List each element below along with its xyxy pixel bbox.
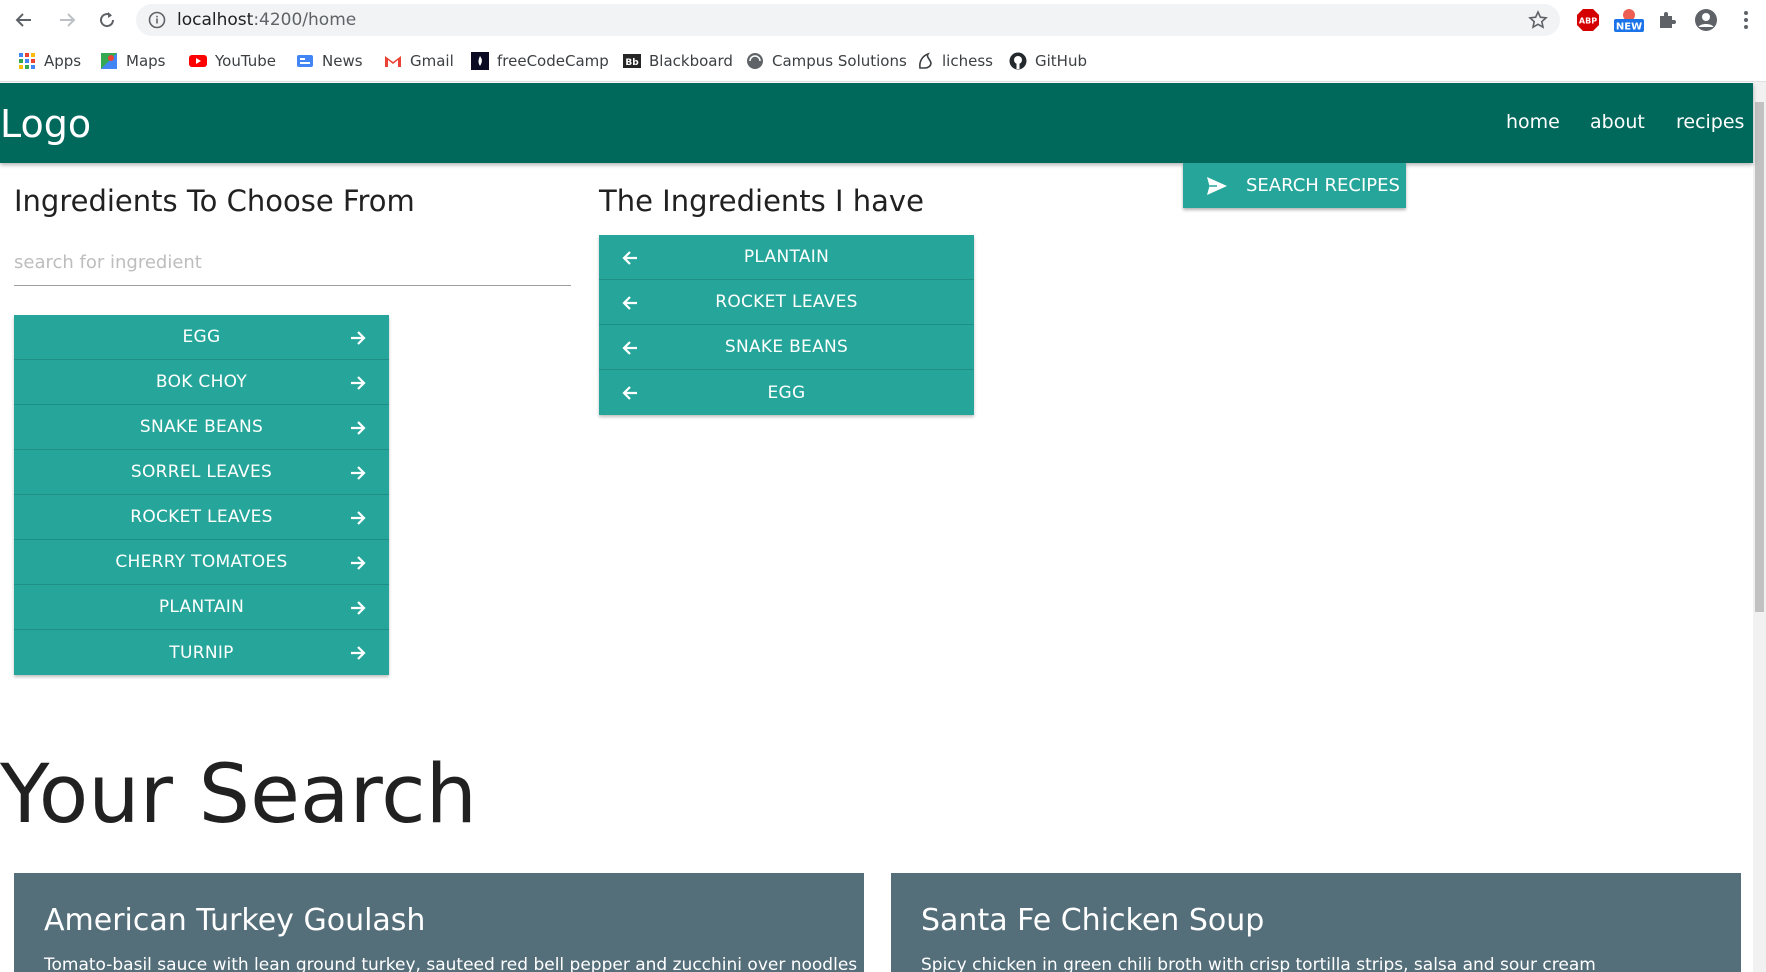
chip-label: PLANTAIN <box>158 597 245 617</box>
send-icon <box>1207 176 1227 195</box>
choose-chip-egg[interactable]: EGG <box>14 315 389 360</box>
have-chip-snake-beans[interactable]: SNAKE BEANS <box>599 325 974 370</box>
bookmark-news[interactable]: News <box>296 50 363 72</box>
abp-label: ABP <box>1579 17 1597 26</box>
recipe-card-title: Santa Fe Chicken Soup <box>921 903 1265 938</box>
arrow-right-icon[interactable] <box>348 598 368 618</box>
campus-solutions-icon <box>746 52 764 70</box>
arrow-left-icon[interactable] <box>620 293 640 313</box>
chip-label: SNAKE BEANS <box>724 337 849 357</box>
choose-chip-plantain[interactable]: PLANTAIN <box>14 585 389 630</box>
browser-toolbar: localhost:4200/home ABP NEW <box>0 0 1766 40</box>
apps-grid-icon <box>18 52 36 70</box>
url-text: localhost:4200/home <box>177 10 357 30</box>
choose-chip-bok-choy[interactable]: BOK CHOY <box>14 360 389 405</box>
lichess-icon <box>916 52 934 70</box>
github-icon <box>1009 52 1027 70</box>
chip-label: ROCKET LEAVES <box>130 507 273 527</box>
nav-about[interactable]: about <box>1590 111 1645 133</box>
have-ingredient-list: PLANTAIN ROCKET LEAVES SNAKE BEANS EGG <box>599 235 974 415</box>
bookmark-gmail[interactable]: Gmail <box>384 50 454 72</box>
choose-chip-rocket-leaves[interactable]: ROCKET LEAVES <box>14 495 389 540</box>
app-header: Logo home about recipes <box>0 83 1753 163</box>
youtube-icon <box>189 52 207 70</box>
chip-label: CHERRY TOMATOES <box>115 552 288 572</box>
have-chip-egg[interactable]: EGG <box>599 370 974 415</box>
results-heading: Your Search <box>0 748 477 842</box>
extensions-puzzle-icon[interactable] <box>1655 8 1679 32</box>
bookmark-star-icon[interactable] <box>1528 10 1548 34</box>
arrow-right-icon[interactable] <box>348 373 368 393</box>
choose-chip-sorrel-leaves[interactable]: SORREL LEAVES <box>14 450 389 495</box>
blackboard-icon: Bb <box>623 52 641 70</box>
menu-dots-icon[interactable] <box>1734 8 1758 32</box>
scrollbar-thumb[interactable] <box>1755 102 1764 612</box>
chip-label: SNAKE BEANS <box>139 417 264 437</box>
info-icon[interactable] <box>148 11 166 33</box>
have-chip-rocket-leaves[interactable]: ROCKET LEAVES <box>599 280 974 325</box>
chip-label: SORREL LEAVES <box>130 462 273 482</box>
arrow-left-icon[interactable] <box>620 338 640 358</box>
search-recipes-label: SEARCH RECIPES <box>1246 175 1400 196</box>
nav-home[interactable]: home <box>1506 111 1560 133</box>
recipe-card-description: Tomato-basil sauce with lean ground turk… <box>44 955 858 972</box>
choose-section-title: Ingredients To Choose From <box>14 184 415 218</box>
choose-chip-cherry-tomatoes[interactable]: CHERRY TOMATOES <box>14 540 389 585</box>
gmail-icon <box>384 52 402 70</box>
chip-label: EGG <box>767 382 806 403</box>
bookmark-apps[interactable]: Apps <box>18 50 81 72</box>
page-scrollbar[interactable] <box>1753 82 1766 972</box>
freecodecamp-icon <box>471 52 489 70</box>
bookmark-maps[interactable]: Maps <box>100 50 165 72</box>
back-arrow-icon[interactable] <box>12 8 36 32</box>
new-badge-label: NEW <box>1616 22 1642 33</box>
search-recipes-button[interactable]: SEARCH RECIPES <box>1183 163 1406 208</box>
chip-label: EGG <box>182 327 221 347</box>
arrow-right-icon[interactable] <box>348 463 368 483</box>
forward-arrow-icon[interactable] <box>55 8 79 32</box>
arrow-right-icon[interactable] <box>348 508 368 528</box>
maps-icon <box>100 52 118 70</box>
logo[interactable]: Logo <box>0 102 91 146</box>
svg-text:Bb: Bb <box>625 58 639 68</box>
bookmark-github[interactable]: GitHub <box>1009 50 1087 72</box>
bookmark-freecodecamp[interactable]: freeCodeCamp <box>471 50 609 72</box>
recipe-card[interactable]: American Turkey Goulash Tomato-basil sau… <box>14 873 864 972</box>
arrow-left-icon[interactable] <box>620 383 640 403</box>
ingredient-search-input[interactable] <box>14 240 571 286</box>
bookmark-blackboard[interactable]: Bb Blackboard <box>623 50 733 72</box>
bookmark-lichess[interactable]: lichess <box>916 50 993 72</box>
choose-chip-snake-beans[interactable]: SNAKE BEANS <box>14 405 389 450</box>
recipe-card-description: Spicy chicken in green chili broth with … <box>921 955 1596 972</box>
choose-chip-turnip[interactable]: TURNIP <box>14 630 389 675</box>
arrow-right-icon[interactable] <box>348 553 368 573</box>
nav-recipes[interactable]: recipes <box>1676 111 1744 133</box>
reload-icon[interactable] <box>95 8 119 32</box>
arrow-right-icon[interactable] <box>348 418 368 438</box>
choose-ingredient-list: EGG BOK CHOY SNAKE BEANS SORREL LEAVES R… <box>14 315 389 675</box>
profile-avatar-icon[interactable] <box>1694 8 1718 32</box>
news-icon <box>296 52 314 70</box>
chip-label: BOK CHOY <box>155 372 248 392</box>
have-section-title: The Ingredients I have <box>599 184 924 218</box>
chip-label: TURNIP <box>169 642 234 663</box>
arrow-left-icon[interactable] <box>620 248 640 268</box>
chip-label: PLANTAIN <box>743 247 830 267</box>
recipe-card-title: American Turkey Goulash <box>44 903 426 938</box>
arrow-right-icon[interactable] <box>348 643 368 663</box>
chip-label: ROCKET LEAVES <box>715 292 858 312</box>
adblock-plus-icon[interactable]: ABP <box>1576 8 1600 32</box>
new-extension-icon[interactable]: NEW <box>1614 8 1644 33</box>
recipe-card[interactable]: Santa Fe Chicken Soup Spicy chicken in g… <box>891 873 1741 972</box>
arrow-right-icon[interactable] <box>348 328 368 348</box>
bookmark-youtube[interactable]: YouTube <box>189 50 276 72</box>
bookmarks-bar: Apps Maps YouTube News Gmail freeCodeCam… <box>0 40 1766 82</box>
bookmark-campus-solutions[interactable]: Campus Solutions <box>746 50 907 72</box>
have-chip-plantain[interactable]: PLANTAIN <box>599 235 974 280</box>
